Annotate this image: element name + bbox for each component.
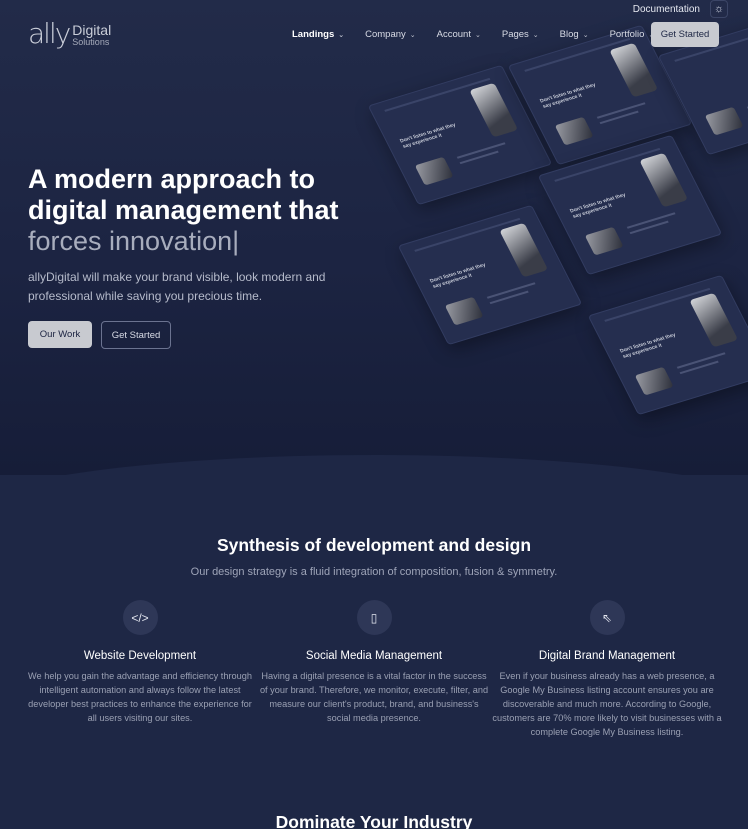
- hero-subtext: allyDigital will make your brand visible…: [28, 270, 326, 303]
- code-icon: </>: [122, 600, 158, 635]
- nav-item-landings[interactable]: Landings ⌄: [292, 28, 344, 41]
- logo-wordmark: Digital Solutions: [72, 22, 112, 47]
- typing-cursor: |: [232, 226, 240, 256]
- nav-get-started-button[interactable]: Get Started: [651, 22, 719, 47]
- feature-description: Even if your business already has a web …: [492, 671, 722, 737]
- chevron-down-icon: ⌄: [409, 31, 416, 39]
- feature-website-development: </> Website Development We help you gain…: [25, 600, 255, 725]
- feature-description: Having a digital presence is a vital fac…: [259, 671, 489, 723]
- mockup-card: Don't listen to what they say experience…: [397, 204, 583, 346]
- sun-icon: ☼: [713, 3, 725, 15]
- theme-toggle-button[interactable]: ☼: [710, 0, 728, 18]
- brand-logo[interactable]: ally Digital Solutions: [28, 20, 111, 48]
- top-utility-bar: Documentation ☼: [633, 0, 748, 18]
- feature-title: Social Media Management: [305, 650, 443, 662]
- phone-icon: ▯: [356, 600, 392, 635]
- documentation-link[interactable]: Documentation: [633, 4, 700, 15]
- nav-item-pages[interactable]: Pages ⌄: [502, 28, 539, 41]
- feature-title: Website Development: [83, 650, 197, 662]
- chevron-down-icon: ⌄: [474, 31, 481, 39]
- synthesis-subtitle: Our design strategy is a fluid integrati…: [190, 566, 558, 578]
- chevron-down-icon: ⌄: [582, 31, 589, 39]
- rotating-text: forces innovation: [28, 226, 233, 256]
- feature-social-media-management: ▯ Social Media Management Having a digit…: [259, 600, 489, 725]
- nav-item-company[interactable]: Company ⌄: [365, 28, 416, 41]
- mockup-collage: Don't listen to what they say experience…: [367, 14, 748, 460]
- mockup-card: Don't listen to what they say experience…: [587, 274, 748, 416]
- synthesis-title: Synthesis of development and design: [216, 535, 532, 555]
- nav-item-blog[interactable]: Blog ⌄: [560, 28, 589, 41]
- main-nav: Landings ⌄ Company ⌄ Account ⌄ Pages ⌄ Blog ⌄…: [292, 28, 675, 41]
- feature-digital-brand-management: ⇖ Digital Brand Management Even if your …: [492, 600, 722, 739]
- chevron-down-icon: ⌄: [338, 31, 345, 39]
- hero-get-started-button[interactable]: Get Started: [101, 321, 171, 349]
- our-work-button[interactable]: Our Work: [28, 321, 92, 348]
- nav-item-portfolio[interactable]: Portfolio⌄: [610, 28, 655, 41]
- logo-mark: ally: [28, 17, 71, 50]
- feature-title: Digital Brand Management: [538, 650, 676, 662]
- hero-headline: A modern approach to digital management …: [28, 164, 339, 256]
- nav-item-account[interactable]: Account ⌄: [437, 28, 481, 41]
- hero-section: Don't listen to what they say experience…: [0, 0, 748, 475]
- feature-description: We help you gain the advantage and effic…: [28, 671, 252, 723]
- dominate-industry-title: Dominate Your Industry: [275, 812, 473, 829]
- pointer-click-icon: ⇖: [589, 600, 625, 635]
- chevron-down-icon: ⌄: [532, 31, 539, 39]
